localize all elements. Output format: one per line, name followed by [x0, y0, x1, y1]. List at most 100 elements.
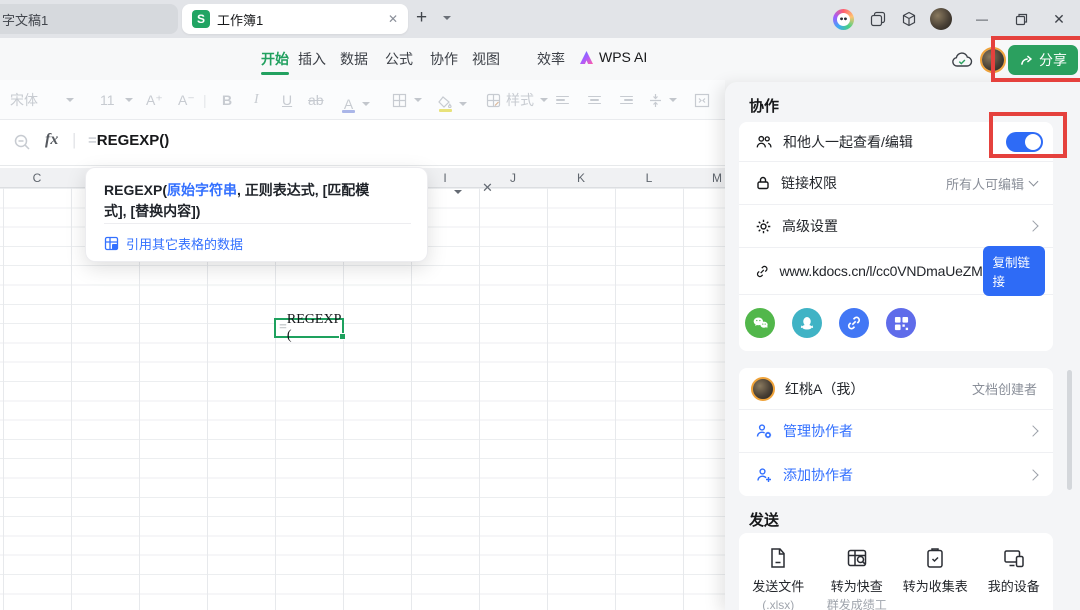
minimize-button[interactable]: — [970, 7, 994, 31]
toolbar-divider: | [203, 92, 207, 108]
qr-code-icon[interactable] [886, 308, 916, 338]
manage-chevron-icon [1027, 425, 1039, 437]
copy-link-button[interactable]: 复制链接 [982, 246, 1045, 296]
reference-other-sheet-link[interactable]: 引用其它表格的数据 [104, 234, 243, 253]
restore-button[interactable] [1009, 7, 1033, 31]
collaboration-panel: 协作 和他人一起查看/编辑 链接权限 所有人可编辑 高级设置 www.kdocs… [725, 82, 1080, 610]
spreadsheet-logo-icon: S [192, 10, 210, 28]
cell-style-button[interactable]: 样式 [486, 80, 548, 120]
add-collaborator-icon [757, 467, 771, 482]
increase-font-button[interactable]: A⁺ [146, 80, 163, 120]
windows-stack-icon[interactable] [866, 7, 890, 31]
ribbon-tab-efficiency[interactable]: 效率 [537, 49, 565, 69]
link-permission-row[interactable]: 链接权限 所有人可编辑 [739, 162, 1053, 205]
collab-toggle-row[interactable]: 和他人一起查看/编辑 [739, 122, 1053, 162]
ribbon-active-underline [261, 72, 289, 75]
assistant-icon[interactable] [833, 9, 854, 30]
panel-title: 协作 [749, 98, 780, 115]
manage-collaborators-row[interactable]: 管理协作者 [739, 410, 1053, 453]
popup-collapse-chevron-icon[interactable] [454, 190, 462, 194]
formula-bar[interactable]: fx | =REGEXP() [0, 120, 725, 166]
link-icon [756, 265, 768, 277]
font-name-select[interactable]: 宋体 [10, 80, 74, 120]
align-center-button[interactable] [588, 80, 601, 120]
tab-close-icon[interactable]: ✕ [388, 12, 398, 26]
wechat-icon[interactable] [745, 308, 775, 338]
collab-toggle-switch[interactable] [1006, 131, 1043, 152]
ribbon-tab-view[interactable]: 视图 [472, 49, 500, 69]
convert-quick-view-item[interactable]: 转为快查 群发成绩工资 [819, 546, 895, 610]
new-tab-button[interactable]: + [416, 7, 427, 29]
formula-input[interactable]: =REGEXP() [88, 132, 169, 149]
social-share-row [739, 295, 1053, 351]
fill-handle[interactable] [339, 333, 346, 340]
my-devices-item[interactable]: 我的设备 [976, 546, 1052, 610]
user-avatar[interactable] [930, 8, 952, 30]
advanced-settings-label: 高级设置 [782, 218, 838, 234]
advanced-chevron-icon [1027, 220, 1039, 232]
active-cell[interactable]: = REGEXP ( [274, 312, 346, 343]
font-size-select[interactable]: 11 [100, 80, 133, 120]
borders-button[interactable] [392, 80, 422, 120]
share-settings-card: 和他人一起查看/编辑 链接权限 所有人可编辑 高级设置 www.kdocs.cn… [739, 122, 1053, 351]
panel-scrollbar[interactable] [1067, 370, 1072, 490]
people-icon [756, 135, 772, 147]
share-button-label: 分享 [1039, 52, 1067, 68]
ribbon-tab-formula[interactable]: 公式 [385, 49, 413, 69]
link-permission-value[interactable]: 所有人可编辑 [946, 174, 1024, 193]
collab-toggle-label: 和他人一起查看/编辑 [783, 133, 913, 150]
devices-icon [1004, 550, 1024, 568]
clipboard-check-icon [927, 548, 943, 568]
align-left-button[interactable] [556, 80, 569, 120]
titlebar: 字文稿1 S 工作簿1 ✕ + — ✕ [0, 0, 1080, 38]
ribbon-tab-wps-ai[interactable]: WPS AI [599, 49, 647, 65]
search-icon[interactable] [13, 133, 31, 156]
copy-link-circle-icon[interactable] [839, 308, 869, 338]
send-section-title: 发送 [749, 512, 780, 529]
strikethrough-button[interactable]: ab [308, 80, 324, 120]
ribbon-tab-insert[interactable]: 插入 [298, 49, 326, 69]
lock-icon [757, 176, 769, 190]
italic-button[interactable]: I [254, 80, 259, 120]
advanced-settings-row[interactable]: 高级设置 [739, 205, 1053, 248]
share-url[interactable]: www.kdocs.cn/l/cc0VNDmaUeZM [779, 263, 982, 279]
tab-document[interactable]: 字文稿1 [0, 4, 178, 34]
owner-role: 文档创建者 [971, 382, 1037, 397]
ribbon-tab-home[interactable]: 开始 [261, 49, 289, 69]
underline-button[interactable]: U [282, 80, 292, 120]
tab-list-chevron-icon[interactable] [443, 16, 451, 20]
bold-button[interactable]: B [222, 80, 232, 120]
column-header: I [443, 171, 447, 185]
manage-collaborators-label: 管理协作者 [783, 423, 853, 439]
ribbon-tab-data[interactable]: 数据 [340, 49, 368, 69]
permission-chevron-icon [1028, 176, 1039, 186]
formula-bar-divider: | [72, 130, 77, 149]
close-button[interactable]: ✕ [1047, 7, 1071, 31]
fill-color-button[interactable] [438, 84, 467, 124]
convert-collect-form-item[interactable]: 转为收集表 [897, 546, 973, 610]
qq-icon[interactable] [792, 308, 822, 338]
column-header: K [576, 171, 586, 185]
popup-close-icon[interactable]: ✕ [482, 180, 493, 196]
account-avatar-ring[interactable] [980, 47, 1006, 73]
decrease-font-button[interactable]: A⁻ [178, 80, 195, 120]
column-header: C [32, 171, 42, 185]
send-file-item[interactable]: 发送文件 (.xlsx) [740, 546, 816, 610]
align-right-button[interactable] [620, 80, 633, 120]
column-header: M [712, 171, 722, 185]
merge-cells-button[interactable] [694, 80, 710, 120]
ribbon-tab-collab[interactable]: 协作 [430, 49, 458, 69]
app-center-cube-icon[interactable] [897, 7, 921, 31]
tab-workbook[interactable]: S 工作簿1 ✕ [182, 4, 408, 34]
vertical-align-button[interactable] [648, 80, 677, 120]
cloud-sync-icon[interactable] [950, 49, 974, 76]
tab-document-label: 字文稿1 [2, 12, 49, 28]
formatting-toolbar: 宋体 11 A⁺ A⁻ | B I U ab A 样式 [0, 80, 725, 120]
font-color-button[interactable]: A [342, 84, 370, 124]
owner-row: 红桃A（我） 文档创建者 [739, 368, 1053, 410]
link-permission-label: 链接权限 [781, 175, 837, 191]
add-collaborator-row[interactable]: 添加协作者 [739, 453, 1053, 496]
share-button[interactable]: 分享 [1008, 45, 1078, 75]
fx-icon[interactable]: fx [45, 131, 58, 149]
collaborators-card: 红桃A（我） 文档创建者 管理协作者 添加协作者 [739, 368, 1053, 496]
